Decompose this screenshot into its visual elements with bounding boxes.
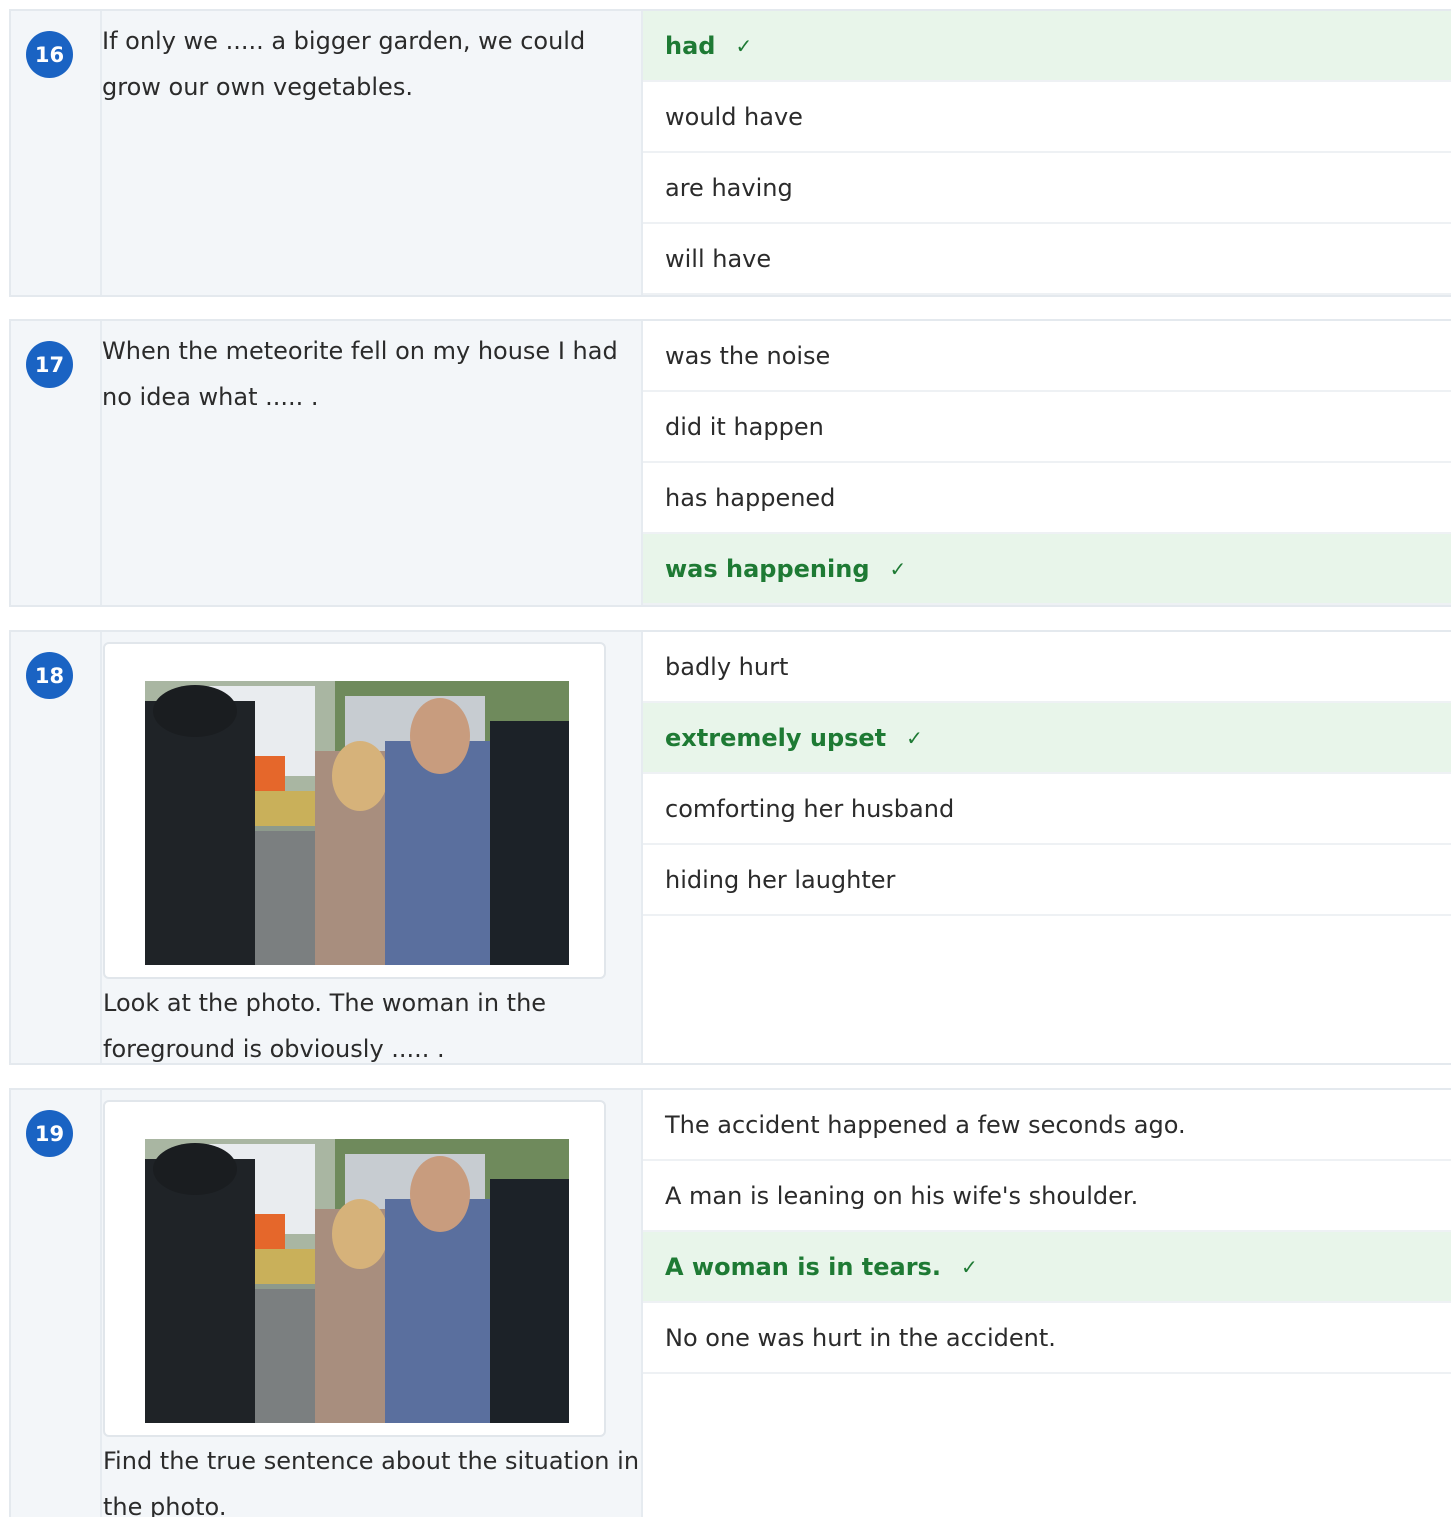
answer-option[interactable]: hiding her laughter (643, 845, 1451, 916)
answer-option[interactable]: did it happen (643, 392, 1451, 463)
check-icon: ✓ (735, 33, 753, 58)
answer-option[interactable]: will have (643, 224, 1451, 295)
answer-option-label: comforting her husband (665, 794, 955, 823)
answer-options: had ✓ would have are having will have (643, 11, 1451, 295)
answer-options: was the noise did it happen has happened… (643, 321, 1451, 605)
question-number-column: 17 (11, 321, 102, 605)
answer-option[interactable]: comforting her husband (643, 774, 1451, 845)
answer-option-label: will have (665, 244, 772, 273)
answer-option-label: has happened (665, 483, 836, 512)
check-icon: ✓ (889, 556, 907, 581)
answer-option-label: No one was hurt in the accident. (665, 1323, 1056, 1352)
question-stem-column: Find the true sentence about the situati… (102, 1090, 643, 1517)
answer-option[interactable]: badly hurt (643, 632, 1451, 703)
answer-option-label: did it happen (665, 412, 824, 441)
question-card: 18 Look at the photo. The woman in the f… (9, 630, 1451, 1065)
answer-option-label: are having (665, 173, 793, 202)
question-number-column: 18 (11, 632, 102, 1063)
question-stem-column: When the meteorite fell on my house I ha… (102, 321, 643, 605)
check-icon: ✓ (906, 725, 923, 750)
answer-option[interactable]: had ✓ (643, 11, 1451, 82)
quiz-review: 16 If only we ..... a bigger garden, we … (0, 0, 1451, 1517)
question-card: 17 When the meteorite fell on my house I… (9, 319, 1451, 607)
question-number-badge: 19 (26, 1110, 73, 1157)
answer-option[interactable]: was the noise (643, 321, 1451, 392)
answer-option[interactable]: No one was hurt in the accident. (643, 1303, 1451, 1374)
answer-option[interactable]: are having (643, 153, 1451, 224)
question-number-column: 19 (11, 1090, 102, 1517)
question-stem: When the meteorite fell on my house I ha… (102, 337, 618, 411)
question-stem-column: If only we ..... a bigger garden, we cou… (102, 11, 643, 295)
answer-option-label: A woman is in tears. (665, 1252, 941, 1281)
answer-option[interactable]: extremely upset ✓ (643, 703, 1451, 774)
question-stem: If only we ..... a bigger garden, we cou… (102, 27, 586, 101)
answer-option[interactable]: was happening ✓ (643, 534, 1451, 605)
answer-option-label: The accident happened a few seconds ago. (665, 1110, 1186, 1139)
question-stem: Find the true sentence about the situati… (103, 1447, 640, 1517)
answer-option-label: hiding her laughter (665, 865, 896, 894)
question-number-badge: 17 (26, 341, 73, 388)
answer-option[interactable]: would have (643, 82, 1451, 153)
answer-option-label: would have (665, 102, 803, 131)
answer-options: The accident happened a few seconds ago.… (643, 1090, 1451, 1517)
answer-option[interactable]: A man is leaning on his wife's shoulder. (643, 1161, 1451, 1232)
answer-option[interactable]: A woman is in tears. ✓ (643, 1232, 1451, 1303)
answer-option[interactable]: has happened (643, 463, 1451, 534)
question-card: 19 Find the true sentence about the situ… (9, 1088, 1451, 1517)
question-photo-card (103, 1100, 606, 1437)
answer-option-label: A man is leaning on his wife's shoulder. (665, 1181, 1139, 1210)
question-number-badge: 18 (26, 652, 73, 699)
accident-scene-photo (145, 681, 569, 965)
question-card: 16 If only we ..... a bigger garden, we … (9, 9, 1451, 297)
answer-option[interactable]: The accident happened a few seconds ago. (643, 1090, 1451, 1161)
answer-option-label: badly hurt (665, 652, 789, 681)
answer-options: badly hurt extremely upset ✓ comforting h… (643, 632, 1451, 1063)
question-number-badge: 16 (26, 31, 73, 78)
accident-scene-photo (145, 1139, 569, 1423)
question-stem-column: Look at the photo. The woman in the fore… (102, 632, 643, 1063)
question-photo-card (103, 642, 606, 979)
answer-option-label: was happening (665, 554, 870, 583)
answer-option-label: was the noise (665, 341, 831, 370)
check-icon: ✓ (960, 1254, 978, 1279)
answer-option-label: extremely upset (665, 723, 887, 752)
question-stem: Look at the photo. The woman in the fore… (103, 989, 547, 1063)
answer-option-label: had (665, 31, 716, 60)
question-number-column: 16 (11, 11, 102, 295)
